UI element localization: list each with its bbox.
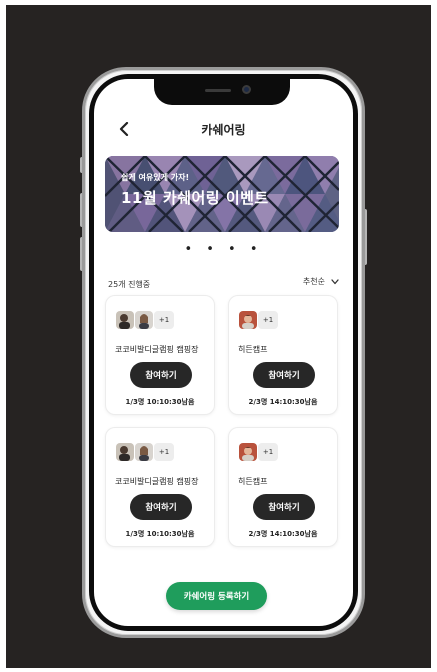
register-carshare-button[interactable]: 카쉐어링 등록하기 xyxy=(166,582,267,610)
avatar xyxy=(239,443,257,461)
avatar xyxy=(239,311,257,329)
event-banner[interactable]: 쉽게 여유있게 가자! 11월 카쉐어링 이벤트 xyxy=(105,156,339,232)
participant-avatars: +1 xyxy=(116,311,174,329)
avatar xyxy=(135,311,153,329)
speaker-grille xyxy=(205,89,231,92)
participants-time-remaining: 2/3명 14:10:30남음 xyxy=(248,530,318,538)
participants-time-remaining: 1/3명 10:10:30남음 xyxy=(125,398,195,406)
backdrop: 카쉐어링 쉽게 여유있게 가자! 11월 카쉐어링 이벤트 • • • • 25… xyxy=(6,5,431,668)
campsite-name: 코코비발디글램핑 캠핑장 xyxy=(115,477,199,486)
sort-label: 추천순 xyxy=(302,277,325,286)
avatar xyxy=(116,443,134,461)
active-count-label: 25개 진행중 xyxy=(108,280,151,289)
join-button[interactable]: 참여하기 xyxy=(130,494,192,520)
participants-time-remaining: 2/3명 14:10:30남음 xyxy=(248,398,318,406)
carshare-card[interactable]: +1 코코비발디글램핑 캠핑장 참여하기 1/3명 10:10:30남음 xyxy=(105,295,215,415)
extra-participants: +1 xyxy=(258,443,278,461)
campsite-name: 히든캠프 xyxy=(238,477,268,486)
join-button[interactable]: 참여하기 xyxy=(253,494,315,520)
banner-title: 11월 카쉐어링 이벤트 xyxy=(121,189,269,207)
app-screen: 카쉐어링 쉽게 여유있게 가자! 11월 카쉐어링 이벤트 • • • • 25… xyxy=(94,79,353,626)
banner-subtitle: 쉽게 여유있게 가자! xyxy=(121,173,190,182)
campsite-name: 히든캠프 xyxy=(238,345,268,354)
campsite-name: 코코비발디글램핑 캠핑장 xyxy=(115,345,199,354)
participant-avatars: +1 xyxy=(239,311,278,329)
chevron-down-icon xyxy=(331,278,339,284)
join-button[interactable]: 참여하기 xyxy=(130,362,192,388)
participants-time-remaining: 1/3명 10:10:30남음 xyxy=(125,530,195,538)
phone-frame: 카쉐어링 쉽게 여유있게 가자! 11월 카쉐어링 이벤트 • • • • 25… xyxy=(82,67,365,638)
camera-icon xyxy=(242,85,251,94)
join-button[interactable]: 참여하기 xyxy=(253,362,315,388)
carshare-card[interactable]: +1 히든캠프 참여하기 2/3명 14:10:30남음 xyxy=(228,295,338,415)
carshare-card[interactable]: +1 히든캠프 참여하기 2/3명 14:10:30남음 xyxy=(228,427,338,547)
participant-avatars: +1 xyxy=(116,443,174,461)
phone-notch xyxy=(154,78,290,105)
extra-participants: +1 xyxy=(154,311,174,329)
extra-participants: +1 xyxy=(154,443,174,461)
avatar xyxy=(116,311,134,329)
carshare-card[interactable]: +1 코코비발디글램핑 캠핑장 참여하기 1/3명 10:10:30남음 xyxy=(105,427,215,547)
extra-participants: +1 xyxy=(258,311,278,329)
participant-avatars: +1 xyxy=(239,443,278,461)
sort-dropdown[interactable]: 추천순 xyxy=(303,276,339,287)
carousel-dots[interactable]: • • • • xyxy=(94,242,353,257)
avatar xyxy=(135,443,153,461)
page-title: 카쉐어링 xyxy=(201,123,246,137)
